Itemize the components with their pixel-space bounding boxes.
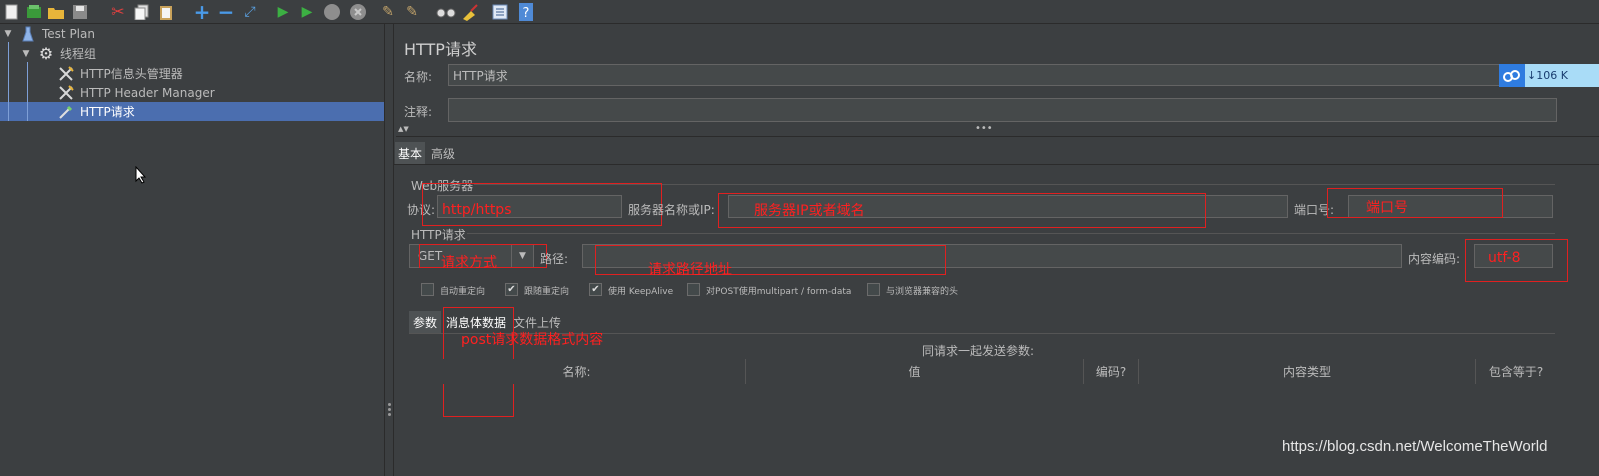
sampler-pipette-icon — [58, 104, 74, 120]
comment-field[interactable] — [448, 98, 1557, 122]
start-icon[interactable]: ▶ — [273, 2, 293, 22]
watermark-text: https://blog.csdn.net/WelcomeTheWorld — [1282, 438, 1548, 455]
browser-headers-label: 与浏览器兼容的头 — [886, 287, 959, 297]
cloud-icon — [1499, 64, 1525, 87]
column-header-include-equals[interactable]: 包含等于? — [1476, 359, 1556, 384]
tree-item-header-manager-cn[interactable]: HTTP信息头管理器 — [0, 64, 384, 83]
path-label: 路径: — [540, 252, 569, 266]
start-no-pause-icon[interactable]: ▶ — [297, 2, 317, 22]
keepalive-checkbox[interactable]: ✔ — [589, 283, 602, 296]
multipart-label: 对POST使用multipart / form-data — [706, 287, 852, 297]
config-wrench-icon — [58, 84, 74, 101]
drag-handle-icon[interactable]: ••• — [975, 123, 993, 134]
page-title: HTTP请求 — [404, 40, 477, 59]
column-header-content-type[interactable]: 内容类型 — [1139, 359, 1476, 384]
tree-panel-splitter[interactable] — [384, 24, 394, 476]
chevron-down-icon[interactable]: ▼ — [20, 49, 32, 59]
checkmark-icon: ✔ — [591, 283, 600, 295]
tree-item-label: Test Plan — [42, 26, 95, 41]
save-icon[interactable] — [70, 2, 90, 22]
arrow-down-icon: ↓ — [1527, 69, 1537, 82]
tab-basic[interactable]: 基本 — [395, 142, 425, 164]
cut-icon[interactable]: ✂ — [108, 2, 128, 22]
tree-item-label: HTTP Header Manager — [80, 85, 215, 100]
browser-headers-checkbox[interactable] — [867, 283, 880, 296]
tab-advanced[interactable]: 高级 — [427, 142, 459, 164]
encoding-label: 内容编码: — [1408, 252, 1461, 266]
grip-dot — [388, 408, 391, 411]
function-helper-icon[interactable] — [490, 2, 510, 22]
chevron-down-icon[interactable]: ▼ — [2, 29, 14, 39]
clear-icon[interactable]: ✎ — [378, 2, 398, 22]
tabs-divider — [394, 164, 1599, 165]
encoding-annotation: utf-8 — [1488, 250, 1521, 266]
column-header-value[interactable]: 值 — [746, 359, 1084, 384]
config-wrench-icon — [58, 65, 74, 82]
templates-icon[interactable] — [24, 2, 44, 22]
column-header-encode[interactable]: 编码? — [1084, 359, 1139, 384]
open-icon[interactable] — [46, 2, 66, 22]
server-label: 服务器名称或IP: — [628, 203, 715, 217]
follow-redirect-label: 跟随重定向 — [524, 287, 570, 297]
tree-item-header-manager[interactable]: HTTP Header Manager — [0, 83, 384, 102]
section-divider[interactable]: ▲▼ ••• — [396, 123, 1599, 137]
tree-item-test-plan[interactable]: ▼ Test Plan — [0, 24, 384, 43]
method-annotation: 请求方式 — [441, 255, 497, 271]
grip-dot — [388, 403, 391, 406]
path-annotation: 请求路径地址 — [648, 262, 732, 278]
tree-item-label: 线程组 — [60, 47, 97, 61]
server-annotation: 服务器IP或者域名 — [754, 203, 865, 219]
send-params-label: 同请求一起发送参数: — [922, 344, 1035, 358]
column-header-name[interactable]: 名称: — [408, 359, 746, 384]
clear-all-icon[interactable]: ✎ — [402, 2, 422, 22]
tree-item-thread-group[interactable]: ▼ ⚙ 线程组 — [0, 44, 384, 63]
tree-item-http-request[interactable]: HTTP请求 — [0, 102, 384, 121]
badge-text: 106 K — [1536, 69, 1568, 82]
mouse-cursor-icon — [135, 165, 147, 187]
paste-icon[interactable] — [156, 2, 176, 22]
comment-label: 注释: — [404, 105, 433, 119]
expand-icon[interactable]: + — [192, 2, 212, 22]
collapse-arrows-icon[interactable]: ▲▼ — [398, 125, 409, 133]
help-icon[interactable]: ? — [516, 2, 536, 22]
baidu-netdisk-badge[interactable]: ↓ 106 K — [1499, 64, 1599, 87]
multipart-checkbox[interactable] — [687, 283, 700, 296]
keepalive-label: 使用 KeepAlive — [608, 287, 674, 297]
port-annotation-box — [1327, 188, 1503, 218]
auto-redirect-checkbox[interactable] — [421, 283, 434, 296]
reset-search-icon[interactable] — [460, 2, 480, 22]
http-request-rule — [467, 233, 1555, 234]
follow-redirect-checkbox[interactable]: ✔ — [505, 283, 518, 296]
tree-guide-line — [8, 42, 9, 121]
copy-icon[interactable] — [132, 2, 152, 22]
protocol-annotation: http/https — [442, 202, 512, 218]
thread-group-gear-icon: ⚙ — [38, 43, 54, 63]
grip-dot — [388, 413, 391, 416]
auto-redirect-label: 自动重定向 — [440, 287, 486, 297]
test-plan-icon — [20, 26, 36, 42]
toggle-icon[interactable]: ⤢ — [240, 2, 260, 22]
http-request-section-label: HTTP请求 — [411, 228, 466, 242]
body-annotation: post请求数据格式内容 — [461, 332, 604, 348]
stop-icon[interactable] — [322, 2, 342, 22]
port-annotation: 端口号 — [1366, 200, 1408, 216]
name-label: 名称: — [404, 70, 433, 84]
collapse-icon[interactable]: − — [216, 2, 236, 22]
name-field[interactable]: HTTP请求 — [448, 64, 1500, 86]
search-icon[interactable] — [436, 2, 456, 22]
svg-text:?: ? — [523, 6, 530, 21]
shutdown-icon[interactable] — [348, 2, 368, 22]
toolbar: ✂ + − ⤢ ▶ ▶ ✎ ✎ ? — [0, 0, 1599, 24]
tab-parameters[interactable]: 参数 — [409, 311, 441, 333]
new-icon[interactable] — [2, 2, 22, 22]
tree-item-label: HTTP信息头管理器 — [80, 67, 183, 81]
tree-guide-line — [27, 62, 28, 121]
checkmark-icon: ✔ — [507, 283, 516, 295]
tree-item-label: HTTP请求 — [80, 105, 135, 119]
